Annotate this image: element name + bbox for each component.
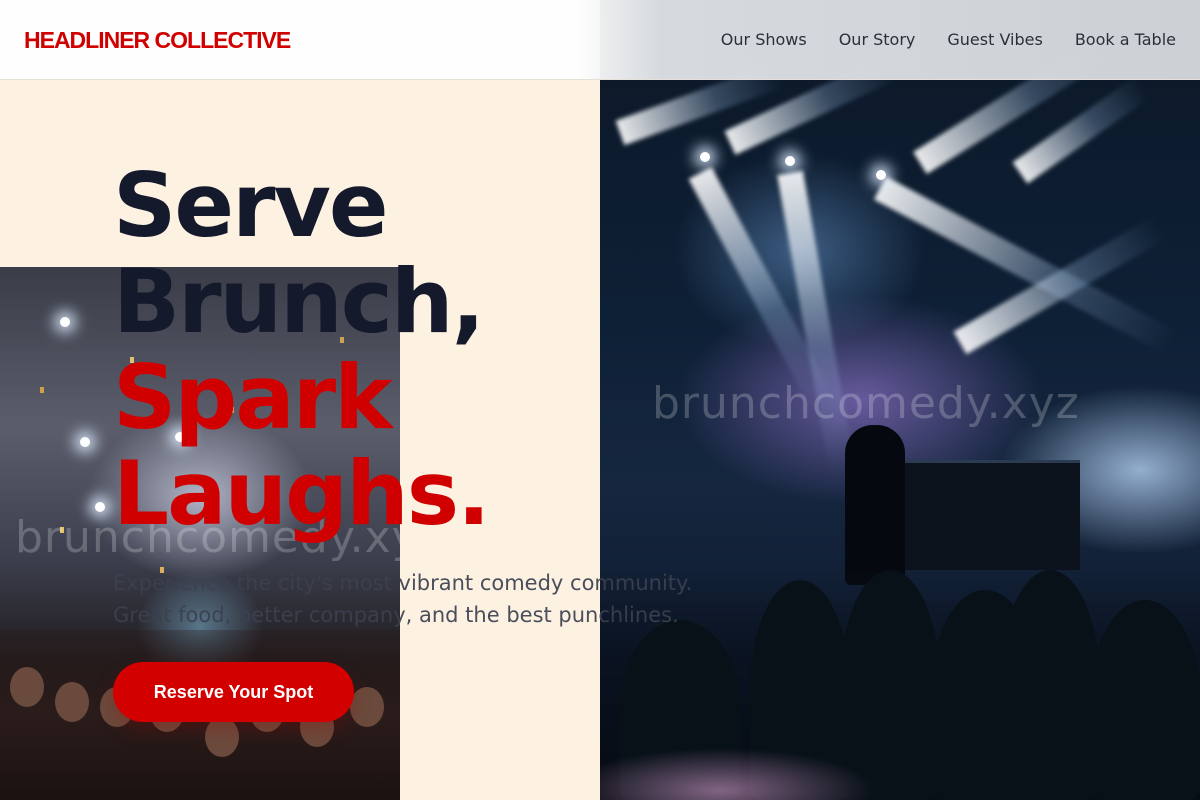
hero-title-accent-line: Laughs. bbox=[113, 442, 491, 545]
stage-spotlight bbox=[876, 170, 886, 180]
watermark: brunchcomedy.xyz bbox=[652, 378, 1080, 429]
stage-spotlight bbox=[95, 502, 105, 512]
nav-link-our-story[interactable]: Our Story bbox=[839, 30, 916, 49]
stage-spotlight bbox=[700, 152, 710, 162]
confetti bbox=[40, 387, 44, 393]
hero-subtitle-line: Experience the city's most vibrant comed… bbox=[113, 571, 693, 595]
audience-head bbox=[55, 682, 89, 722]
hero-subtitle-line: Great food, better company, and the best… bbox=[113, 603, 679, 627]
reserve-spot-button[interactable]: Reserve Your Spot bbox=[113, 662, 354, 722]
top-navigation: HEADLINER COLLECTIVE Our Shows Our Story… bbox=[0, 0, 1200, 80]
brand-logo[interactable]: HEADLINER COLLECTIVE bbox=[24, 27, 291, 54]
audience-head bbox=[205, 717, 239, 757]
audience-head bbox=[350, 687, 384, 727]
hero-title-line: Brunch, bbox=[113, 250, 485, 353]
light-beam bbox=[873, 176, 1178, 355]
stage-spotlight bbox=[785, 156, 795, 166]
nav-link-guest-vibes[interactable]: Guest Vibes bbox=[947, 30, 1042, 49]
hero-title-line: Serve bbox=[113, 154, 389, 257]
nav-links: Our Shows Our Story Guest Vibes Book a T… bbox=[721, 30, 1176, 49]
pink-haze bbox=[600, 710, 1200, 800]
nav-link-our-shows[interactable]: Our Shows bbox=[721, 30, 807, 49]
audience-head bbox=[10, 667, 44, 707]
stage-photo: brunchcomedy.xyz bbox=[600, 0, 1200, 800]
hero-title: Serve Brunch, Spark Laughs. bbox=[113, 154, 491, 545]
stage-spotlight bbox=[60, 317, 70, 327]
nav-link-book-a-table[interactable]: Book a Table bbox=[1075, 30, 1176, 49]
keyboard-rig bbox=[880, 460, 1080, 570]
hero-title-accent-line: Spark bbox=[113, 346, 393, 449]
performer-silhouette bbox=[845, 425, 905, 585]
hero-subtitle: Experience the city's most vibrant comed… bbox=[113, 567, 773, 631]
stage-spotlight bbox=[80, 437, 90, 447]
